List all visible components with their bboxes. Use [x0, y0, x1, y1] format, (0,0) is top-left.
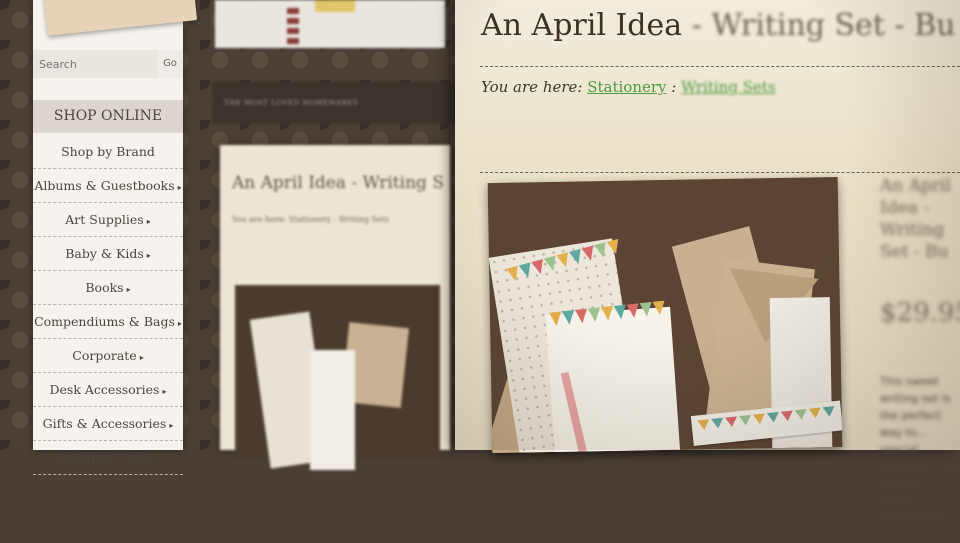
breadcrumb-link-writing-sets[interactable]: Writing Sets: [681, 78, 775, 96]
product-description: This sweet writing set is the perfect wa…: [880, 375, 959, 541]
menu-item-label: Gifts & Accessories: [42, 416, 167, 431]
menu-item[interactable]: Desk Accessories ▸: [33, 373, 183, 407]
product-page: An April Idea - Writing Set - Bu You are…: [455, 0, 960, 541]
background-top-strip: [215, 0, 445, 48]
product-photo[interactable]: [487, 176, 843, 454]
background-breadcrumb: You are here: Stationery : Writing Sets: [232, 215, 390, 224]
page-title-blurred: - Writing Set - Bu: [682, 8, 956, 43]
menu-item[interactable]: Gifts & Accessories ▸: [33, 407, 183, 441]
triangle-right-icon: ▸: [146, 251, 151, 260]
triangle-right-icon: ▸: [169, 421, 174, 430]
menu-item[interactable]: Art Supplies ▸: [33, 203, 183, 237]
breadcrumb: You are here: Stationery : Writing Sets: [481, 78, 776, 96]
menu-item-label: Corporate: [72, 348, 137, 363]
menu-item-label: Albums & Guestbooks: [34, 178, 175, 193]
menu-item[interactable]: Compendiums & Bags ▸: [33, 305, 183, 339]
menu-item-label: Greeting Cards: [55, 450, 154, 465]
triangle-right-icon: ▸: [146, 217, 151, 226]
menu-item-label: Shop by Brand: [61, 144, 155, 159]
menu-item-label: Baby & Kids: [65, 246, 144, 261]
sidebar: Go SHOP ONLINE Shop by Brand Albums & Gue…: [33, 0, 183, 475]
menu-item[interactable]: Shop by Brand: [33, 135, 183, 169]
triangle-right-icon: ▸: [139, 353, 144, 362]
menu-item-label: Books: [85, 280, 124, 295]
page-title: An April Idea - Writing Set - Bu: [481, 8, 955, 43]
menu-item-label: Desk Accessories: [49, 382, 160, 397]
triangle-right-icon: ▸: [177, 319, 182, 328]
breadcrumb-link-stationery[interactable]: Stationery: [587, 78, 666, 96]
triangle-right-icon: ▸: [162, 387, 167, 396]
menu-item-label: Compendiums & Bags: [34, 314, 175, 329]
category-menu: Shop by Brand Albums & Guestbooks ▸ Art Sup…: [33, 135, 183, 475]
menu-item[interactable]: Albums & Guestbooks ▸: [33, 169, 183, 203]
background-nav-bar: THE MOST LOVED HOMEWARES: [212, 82, 464, 124]
shop-online-heading: SHOP ONLINE: [33, 100, 183, 133]
menu-item[interactable]: Books ▸: [33, 271, 183, 305]
product-price: $29.95: [880, 298, 960, 328]
search-bar: Go: [33, 50, 183, 78]
background-page-title: An April Idea - Writing S: [232, 173, 444, 193]
breadcrumb-separator: :: [666, 78, 682, 96]
triangle-right-icon: ▸: [156, 455, 161, 464]
menu-item-label: Art Supplies: [65, 212, 144, 227]
product-title: An April Idea - Writing Set - Bu: [880, 176, 951, 262]
background-product-page: An April Idea - Writing S You are here: …: [220, 145, 450, 470]
triangle-right-icon: ▸: [126, 285, 131, 294]
background-page-layer: THE MOST LOVED HOMEWARES An April Idea -…: [212, 0, 464, 470]
background-product-photo: [235, 285, 440, 470]
menu-item[interactable]: Baby & Kids ▸: [33, 237, 183, 271]
menu-item[interactable]: Greeting Cards ▸: [33, 441, 183, 475]
breadcrumb-divider: [480, 172, 960, 173]
triangle-right-icon: ▸: [177, 183, 182, 192]
breadcrumb-prefix: You are here:: [481, 78, 588, 96]
page-title-text: An April Idea: [481, 8, 683, 43]
search-input[interactable]: [33, 50, 157, 78]
menu-item[interactable]: Corporate ▸: [33, 339, 183, 373]
product-details: An April Idea - Writing Set - Bu $29.95 …: [880, 175, 960, 543]
go-button[interactable]: Go: [157, 50, 183, 78]
title-divider: [480, 66, 960, 67]
